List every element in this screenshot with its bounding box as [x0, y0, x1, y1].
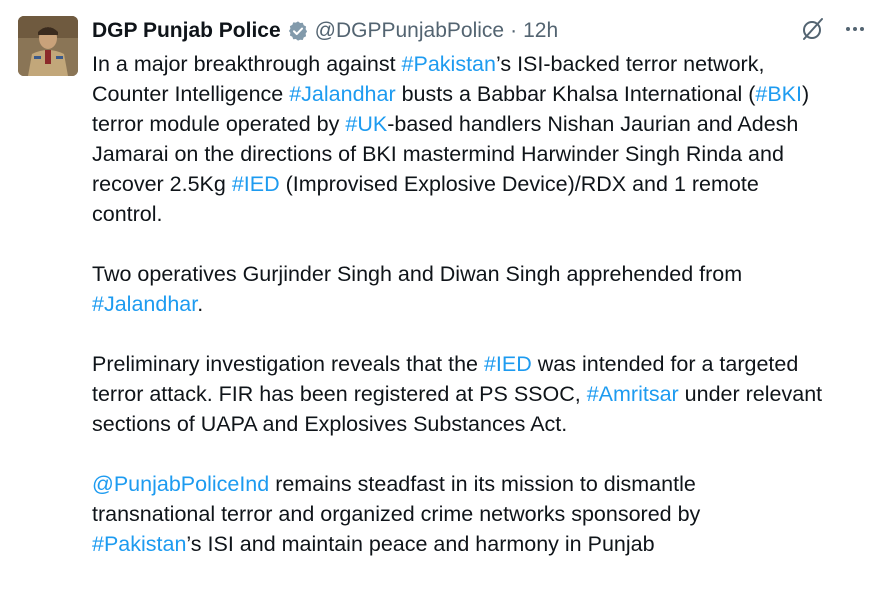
text-span: was intended for a targeted — [531, 352, 799, 376]
text-span: ) — [801, 82, 810, 106]
hashtag-link[interactable]: #IED — [484, 352, 532, 376]
text-span: ’s ISI-backed terror network, — [495, 52, 765, 76]
mention-link[interactable]: @PunjabPoliceInd — [92, 472, 269, 496]
text-span: transnational terror and organized crime… — [92, 502, 701, 526]
tweet-paragraph-4: @PunjabPoliceInd remains steadfast in it… — [92, 469, 866, 559]
tweet-header: DGP Punjab Police @DGPPunjabPolice · 12h — [92, 14, 866, 48]
text-span: under relevant — [678, 382, 823, 406]
author-handle[interactable]: @DGPPunjabPolice — [315, 19, 504, 43]
text-span: Counter Intelligence — [92, 82, 290, 106]
text-span: remains steadfast in its mission to dism… — [269, 472, 696, 496]
hashtag-link[interactable]: #BKI — [755, 82, 802, 106]
hashtag-link[interactable]: #Pakistan — [402, 52, 496, 76]
hashtag-link[interactable]: #Jalandhar — [289, 82, 395, 106]
avatar[interactable] — [18, 16, 78, 76]
tweet-paragraph-2: Two operatives Gurjinder Singh and Diwan… — [92, 259, 866, 319]
tweet-paragraph-3: Preliminary investigation reveals that t… — [92, 349, 866, 439]
hashtag-link[interactable]: #UK — [345, 112, 387, 136]
text-span: -based handlers Nishan Jaurian and Adesh — [387, 112, 799, 136]
hashtag-link[interactable]: #Pakistan — [92, 532, 186, 556]
tweet-text: In a major breakthrough against #Pakista… — [92, 49, 866, 559]
timestamp[interactable]: 12h — [523, 19, 558, 43]
slashed-circle-icon[interactable] — [800, 16, 826, 48]
author-name[interactable]: DGP Punjab Police — [92, 19, 281, 43]
text-span: terror attack. FIR has been registered a… — [92, 382, 587, 406]
hashtag-link[interactable]: #Amritsar — [587, 382, 679, 406]
tweet-content: DGP Punjab Police @DGPPunjabPolice · 12h — [92, 14, 866, 589]
text-span: Two operatives Gurjinder Singh and Diwan… — [92, 262, 743, 286]
tweet: DGP Punjab Police @DGPPunjabPolice · 12h — [0, 0, 886, 565]
header-actions — [800, 16, 866, 48]
text-span: control. — [92, 202, 163, 226]
text-span: busts a Babbar Khalsa International ( — [395, 82, 756, 106]
avatar-image — [18, 16, 78, 76]
verified-badge-icon — [287, 20, 309, 42]
text-span: terror module operated by — [92, 112, 346, 136]
hashtag-link[interactable]: #Jalandhar — [92, 292, 197, 316]
text-span: Preliminary investigation reveals that t… — [92, 352, 484, 376]
text-span: In a major breakthrough against — [92, 52, 402, 76]
text-span: (Improvised Explosive Device)/RDX and 1 … — [279, 172, 759, 196]
text-span: Jamarai on the directions of BKI masterm… — [92, 142, 784, 166]
text-span: sections of UAPA and Explosives Substanc… — [92, 412, 568, 436]
separator-dot: · — [510, 19, 518, 42]
more-options-icon[interactable] — [844, 18, 866, 46]
text-span: recover 2.5Kg — [92, 172, 232, 196]
text-span: . — [197, 292, 204, 316]
text-span: ’s ISI and maintain peace and harmony in… — [186, 532, 655, 556]
hashtag-link[interactable]: #IED — [232, 172, 280, 196]
tweet-paragraph-1: In a major breakthrough against #Pakista… — [92, 49, 866, 229]
